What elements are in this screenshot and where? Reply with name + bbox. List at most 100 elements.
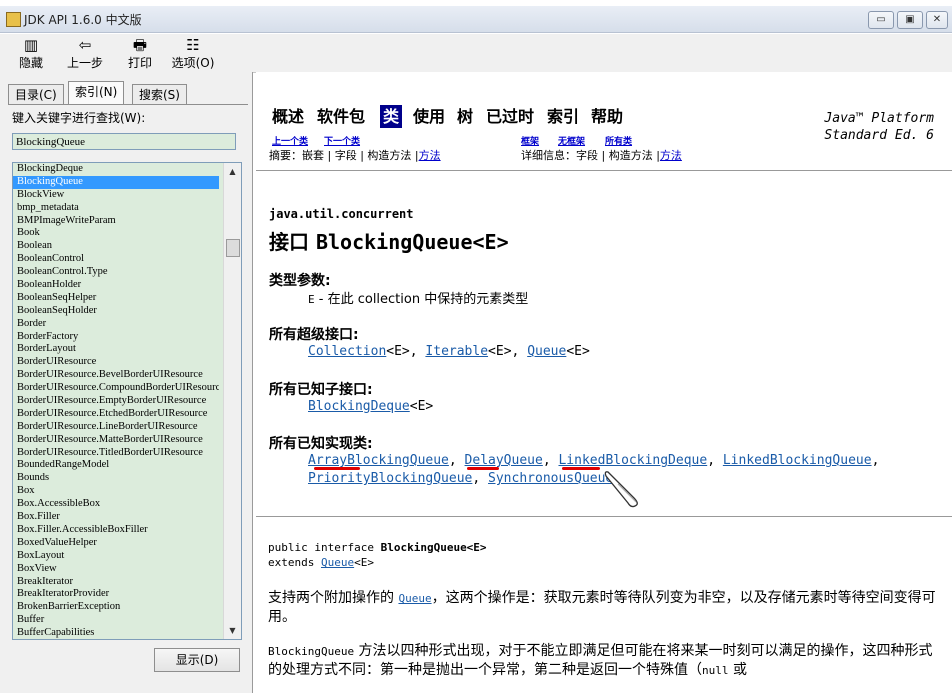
collection-link[interactable]: Collection: [308, 344, 386, 359]
summary-items: 嵌套 | 字段 | 构造方法 |: [302, 149, 419, 162]
nav-deprecated[interactable]: 已过时: [486, 105, 534, 128]
list-item[interactable]: BoxLayout: [13, 550, 219, 563]
minimize-button[interactable]: ▭: [868, 11, 894, 29]
close-button[interactable]: ✕: [926, 11, 948, 29]
scroll-down-icon[interactable]: ▼: [225, 623, 240, 638]
tab-search[interactable]: 搜索(S): [132, 84, 187, 105]
generic-5: <E>: [354, 556, 374, 569]
list-item[interactable]: BorderUIResource.BevelBorderUIResource: [13, 369, 219, 382]
list-item[interactable]: BlockingQueue: [13, 175, 219, 189]
back-button[interactable]: ⇦ 上一步: [66, 37, 104, 71]
list-item[interactable]: BorderUIResource.TitledBorderUIResource: [13, 447, 219, 460]
list-item[interactable]: BorderLayout: [13, 343, 219, 356]
list-item[interactable]: BooleanControl: [13, 253, 219, 266]
generic-1: <E>: [386, 344, 410, 359]
nav-index[interactable]: 索引: [547, 105, 579, 128]
prev-class-link[interactable]: 上一个类: [272, 134, 308, 147]
list-item[interactable]: BorderUIResource.LineBorderUIResource: [13, 421, 219, 434]
list-item[interactable]: BMPImageWriteParam: [13, 215, 219, 228]
blockingdeque-link[interactable]: BlockingDeque: [308, 399, 410, 414]
queue-link[interactable]: Queue: [527, 344, 566, 359]
list-item[interactable]: bmp_metadata: [13, 202, 219, 215]
red-underline-mark: [314, 467, 360, 470]
list-item[interactable]: BlockView: [13, 189, 219, 202]
maximize-button[interactable]: ▣: [897, 11, 923, 29]
list-item[interactable]: BorderUIResource.EmptyBorderUIResource: [13, 395, 219, 408]
list-item[interactable]: Boolean: [13, 240, 219, 253]
synchronousqueue-link[interactable]: SynchronousQueue: [488, 471, 613, 486]
declaration-line-2: extends Queue<E>: [268, 556, 374, 569]
list-item[interactable]: Box.Filler.AccessibleBoxFiller: [13, 524, 219, 537]
list-item[interactable]: BorderUIResource.CompoundBorderUIResourc…: [13, 382, 219, 395]
list-item[interactable]: Border: [13, 318, 219, 331]
print-button[interactable]: 🖶 打印: [124, 37, 156, 71]
linkedblockingqueue-link[interactable]: LinkedBlockingQueue: [723, 453, 872, 468]
tab-index[interactable]: 索引(N): [68, 81, 125, 105]
options-button[interactable]: ☷ 选项(O): [170, 37, 216, 71]
keyword-input[interactable]: BlockingQueue: [12, 133, 236, 150]
nav-overview[interactable]: 概述: [272, 105, 304, 128]
list-item[interactable]: BorderUIResource.MatteBorderUIResource: [13, 434, 219, 447]
platform-line-1: Java™ Platform: [824, 111, 934, 126]
list-item[interactable]: Box.Filler: [13, 511, 219, 524]
iterable-link[interactable]: Iterable: [425, 344, 488, 359]
all-classes-link[interactable]: 所有类: [605, 134, 632, 147]
next-class-link[interactable]: 下一个类: [324, 134, 360, 147]
no-frames-link[interactable]: 无框架: [558, 134, 585, 147]
list-item[interactable]: Book: [13, 227, 219, 240]
type-param-line: E - 在此 collection 中保持的元素类型: [308, 288, 528, 307]
super-interfaces-heading: 所有超级接口:: [269, 327, 359, 343]
tab-contents[interactable]: 目录(C): [8, 84, 64, 105]
list-item[interactable]: BreakIteratorProvider: [13, 588, 219, 601]
frames-link[interactable]: 框架: [521, 134, 539, 147]
hide-icon: ▥: [23, 36, 39, 54]
nav-help[interactable]: 帮助: [591, 105, 623, 128]
hide-button[interactable]: ▥ 隐藏: [16, 37, 46, 71]
list-item[interactable]: BrokenBarrierException: [13, 601, 219, 614]
arrayblockingqueue-link[interactable]: ArrayBlockingQueue: [308, 453, 449, 468]
scroll-thumb[interactable]: [226, 239, 240, 257]
list-item[interactable]: BooleanControl.Type: [13, 266, 219, 279]
list-item[interactable]: BoundedRangeModel: [13, 459, 219, 472]
list-item[interactable]: Box: [13, 485, 219, 498]
list-item[interactable]: Bounds: [13, 472, 219, 485]
linkedblockingdeque-link[interactable]: LinkedBlockingDeque: [558, 453, 707, 468]
list-item[interactable]: BooleanSeqHelper: [13, 292, 219, 305]
show-button[interactable]: 显示(D): [154, 648, 240, 672]
nav-use[interactable]: 使用: [413, 105, 445, 128]
print-label: 打印: [127, 56, 152, 70]
list-item[interactable]: Box.AccessibleBox: [13, 498, 219, 511]
index-list[interactable]: BlockingDeque BlockingQueue BlockView bmp_m…: [12, 162, 242, 640]
list-item[interactable]: BooleanHolder: [13, 279, 219, 292]
summary-method-link[interactable]: 方法: [419, 149, 441, 162]
declaration-line-1: public interface BlockingQueue<E>: [268, 541, 487, 554]
para2-null: null: [702, 664, 729, 677]
list-item[interactable]: BoxedValueHelper: [13, 537, 219, 550]
divider-middle: [256, 516, 952, 517]
app-icon: [6, 12, 21, 27]
nav-tree[interactable]: 树: [457, 105, 473, 128]
nav-class: 类: [380, 105, 403, 128]
extends-keyword: extends: [268, 556, 321, 569]
list-item[interactable]: BufferCapabilities: [13, 627, 219, 639]
list-item[interactable]: BlockingDeque: [13, 163, 219, 176]
list-item[interactable]: BreakIterator: [13, 576, 219, 589]
decl-queue-link[interactable]: Queue: [321, 556, 354, 569]
list-scrollbar[interactable]: ▲ ▼: [223, 163, 241, 639]
scroll-up-icon[interactable]: ▲: [225, 164, 240, 179]
para1-queue-link[interactable]: Queue: [398, 592, 431, 605]
detail-method-link[interactable]: 方法: [660, 149, 682, 162]
list-item[interactable]: BooleanSeqHolder: [13, 305, 219, 318]
detail-items: 字段 | 构造方法 |: [576, 149, 660, 162]
priorityblockingqueue-link[interactable]: PriorityBlockingQueue: [308, 471, 472, 486]
nav-package[interactable]: 软件包: [317, 105, 365, 128]
list-item[interactable]: BorderUIResource: [13, 356, 219, 369]
list-item[interactable]: BoxView: [13, 563, 219, 576]
delayqueue-link[interactable]: DelayQueue: [465, 453, 543, 468]
list-item[interactable]: Buffer: [13, 614, 219, 627]
list-item[interactable]: BorderUIResource.EtchedBorderUIResource: [13, 408, 219, 421]
description-paragraph-1: 支持两个附加操作的 Queue，这两个操作是：获取元素时等待队列变为非空，以及存…: [268, 589, 938, 626]
summary-label: 摘要：: [269, 149, 302, 162]
list-item[interactable]: BorderFactory: [13, 331, 219, 344]
keyword-label: 键入关键字进行查找(W):: [12, 111, 146, 125]
